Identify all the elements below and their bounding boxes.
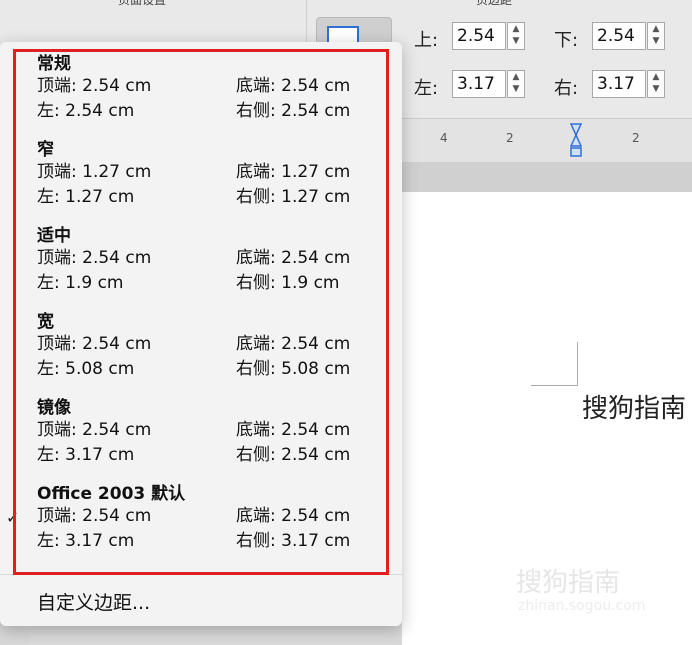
indent-marker-icon[interactable] [570, 123, 582, 157]
watermark-logo: 搜狗指南 [516, 568, 621, 598]
left-margin-spinner[interactable]: 3.17 ▲ ▼ [452, 70, 526, 100]
bottom-margin-spinner[interactable]: 2.54 ▲ ▼ [592, 22, 666, 52]
top-margin-input[interactable]: 2.54 [452, 22, 506, 50]
margins-group-title: 页边距 [476, 0, 513, 7]
custom-margins-item[interactable]: 自定义边距... [37, 588, 150, 615]
bottom-margin-input[interactable]: 2.54 [592, 22, 646, 50]
ruler-tick-label: 2 [506, 131, 514, 145]
document-text[interactable]: 搜狗指南 [582, 388, 686, 425]
bottom-margin-label: 下: [554, 30, 579, 51]
watermark-url: zhinan.sogou.com [518, 598, 646, 614]
right-margin-label: 右: [554, 78, 579, 99]
right-margin-spinner[interactable]: 3.17 ▲ ▼ [592, 70, 666, 100]
ruler-gutter [402, 162, 692, 192]
page-setup-group-title: 页面设置 [118, 0, 167, 7]
top-margin-spinner[interactable]: 2.54 ▲ ▼ [452, 22, 526, 52]
top-margin-label: 上: [414, 30, 439, 51]
left-margin-input[interactable]: 3.17 [452, 70, 506, 98]
right-margin-input[interactable]: 3.17 [592, 70, 646, 98]
spinner-arrows-icon[interactable]: ▲ ▼ [647, 70, 665, 98]
spinner-arrows-icon[interactable]: ▲ ▼ [647, 22, 665, 50]
ruler-tick-label: 4 [440, 131, 448, 145]
spinner-arrows-icon[interactable]: ▲ ▼ [507, 70, 525, 98]
spinner-arrows-icon[interactable]: ▲ ▼ [507, 22, 525, 50]
margin-corner-mark [577, 342, 578, 386]
highlight-box [13, 49, 389, 575]
margin-corner-mark [531, 385, 578, 386]
left-margin-label: 左: [414, 78, 439, 99]
horizontal-ruler[interactable]: 4 2 2 [402, 118, 692, 163]
ruler-tick-label: 2 [632, 131, 640, 145]
